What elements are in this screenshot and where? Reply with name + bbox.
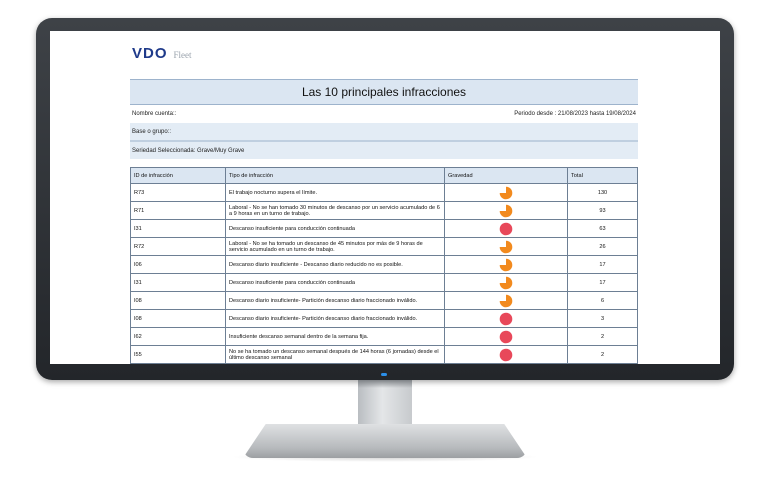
- screen: VDO Fleet Las 10 principales infraccione…: [50, 31, 720, 364]
- group-row: Base o grupo::: [130, 123, 638, 141]
- cell-id: I06: [130, 255, 226, 274]
- table-row[interactable]: I08 Descanso diario insuficiente- Partici…: [130, 309, 638, 328]
- cell-id: R73: [130, 183, 226, 202]
- orange-pie-icon: [499, 276, 513, 289]
- cell-id: R72: [130, 237, 226, 256]
- header-severity[interactable]: Gravedad: [444, 167, 568, 184]
- cell-id: R71: [130, 201, 226, 220]
- neck-shadow: [358, 380, 412, 388]
- cell-id: I31: [130, 219, 226, 238]
- orange-pie-icon: [499, 240, 513, 253]
- cell-id: I08: [130, 309, 226, 328]
- cell-type: No se ha tomado un descanso semanal desp…: [225, 345, 445, 364]
- cell-severity: [444, 309, 568, 328]
- cell-severity: [444, 255, 568, 274]
- cell-type: Descanso diario insuficiente- Partición …: [225, 309, 445, 328]
- cell-severity: [444, 345, 568, 364]
- cell-type: Descanso insuficiente para conducción co…: [225, 219, 445, 238]
- cell-total: 63: [567, 219, 638, 238]
- red-circle-icon: [499, 348, 513, 361]
- severity-row: Seriedad Seleccionada: Grave/Muy Grave: [130, 141, 638, 159]
- account-label: Nombre cuenta::: [132, 111, 177, 117]
- cell-type: Laboral - No se han tomado 30 minutos de…: [225, 201, 445, 220]
- table-row[interactable]: I31 Descanso insuficiente para conducción…: [130, 219, 638, 238]
- logo-text: VDO: [132, 45, 168, 62]
- account-row: Nombre cuenta:: Periodo desde : 21/08/20…: [130, 105, 638, 123]
- cell-type: Laboral - No se ha tomado un descanso de…: [225, 237, 445, 256]
- cell-total: 130: [567, 183, 638, 202]
- red-circle-icon: [499, 330, 513, 343]
- cell-total: 17: [567, 273, 638, 292]
- cell-total: 93: [567, 201, 638, 220]
- power-led: [381, 373, 387, 376]
- cell-severity: [444, 273, 568, 292]
- cell-type: Descanso insuficiente para conducción co…: [225, 273, 445, 292]
- table-row[interactable]: I06 Descanso diario insuficiente - Descan…: [130, 255, 638, 274]
- brand-logo: VDO Fleet: [132, 45, 192, 62]
- cell-total: 3: [567, 309, 638, 328]
- product-name: Fleet: [173, 50, 192, 60]
- table-row[interactable]: I55 No se ha tomado un descanso semanal d…: [130, 345, 638, 364]
- table-row[interactable]: R71 Laboral - No se han tomado 30 minutos…: [130, 201, 638, 220]
- orange-pie-icon: [499, 204, 513, 217]
- infractions-table: ID de infracción Tipo de infracción Grav…: [130, 167, 638, 364]
- period-text: Periodo desde : 21/08/2023 hasta 19/08/2…: [514, 111, 636, 117]
- severity-selected: Seriedad Seleccionada: Grave/Muy Grave: [132, 147, 245, 154]
- cell-total: 26: [567, 237, 638, 256]
- table-row[interactable]: I08 Descanso diario insuficiente- Partici…: [130, 291, 638, 310]
- cell-severity: [444, 219, 568, 238]
- cell-total: 17: [567, 255, 638, 274]
- group-label: Base o grupo::: [132, 128, 172, 135]
- cell-severity: [444, 291, 568, 310]
- table-row[interactable]: I62 Insuficiente descanso semanal dentro …: [130, 327, 638, 346]
- report: Las 10 principales infracciones Nombre c…: [130, 79, 638, 364]
- cell-type: El trabajo nocturno supera el límite.: [225, 183, 445, 202]
- monitor-stand-base: [243, 424, 527, 458]
- table-row[interactable]: I31 Descanso insuficiente para conducción…: [130, 273, 638, 292]
- table-row[interactable]: R73 El trabajo nocturno supera el límite.…: [130, 183, 638, 202]
- orange-pie-icon: [499, 258, 513, 271]
- cell-type: Insuficiente descanso semanal dentro de …: [225, 327, 445, 346]
- cell-id: I31: [130, 273, 226, 292]
- monitor: VDO Fleet Las 10 principales infraccione…: [36, 18, 734, 380]
- header-total[interactable]: Total: [567, 167, 638, 184]
- orange-pie-icon: [499, 186, 513, 199]
- cell-severity: [444, 327, 568, 346]
- red-circle-icon: [499, 312, 513, 325]
- header-type[interactable]: Tipo de infracción: [225, 167, 445, 184]
- cell-total: 6: [567, 291, 638, 310]
- red-circle-icon: [499, 222, 513, 235]
- cell-type: Descanso diario insuficiente- Partición …: [225, 291, 445, 310]
- table-header-row: ID de infracción Tipo de infracción Grav…: [130, 167, 638, 184]
- cell-id: I08: [130, 291, 226, 310]
- cell-id: I62: [130, 327, 226, 346]
- cell-severity: [444, 183, 568, 202]
- cell-type: Descanso diario insuficiente - Descanso …: [225, 255, 445, 274]
- report-title: Las 10 principales infracciones: [130, 79, 638, 105]
- orange-pie-icon: [499, 294, 513, 307]
- cell-id: I55: [130, 345, 226, 364]
- cell-total: 2: [567, 327, 638, 346]
- table-row[interactable]: R72 Laboral - No se ha tomado un descanso…: [130, 237, 638, 256]
- cell-total: 2: [567, 345, 638, 364]
- report-info: Nombre cuenta:: Periodo desde : 21/08/20…: [130, 105, 638, 159]
- header-id[interactable]: ID de infracción: [130, 167, 226, 184]
- cell-severity: [444, 201, 568, 220]
- cell-severity: [444, 237, 568, 256]
